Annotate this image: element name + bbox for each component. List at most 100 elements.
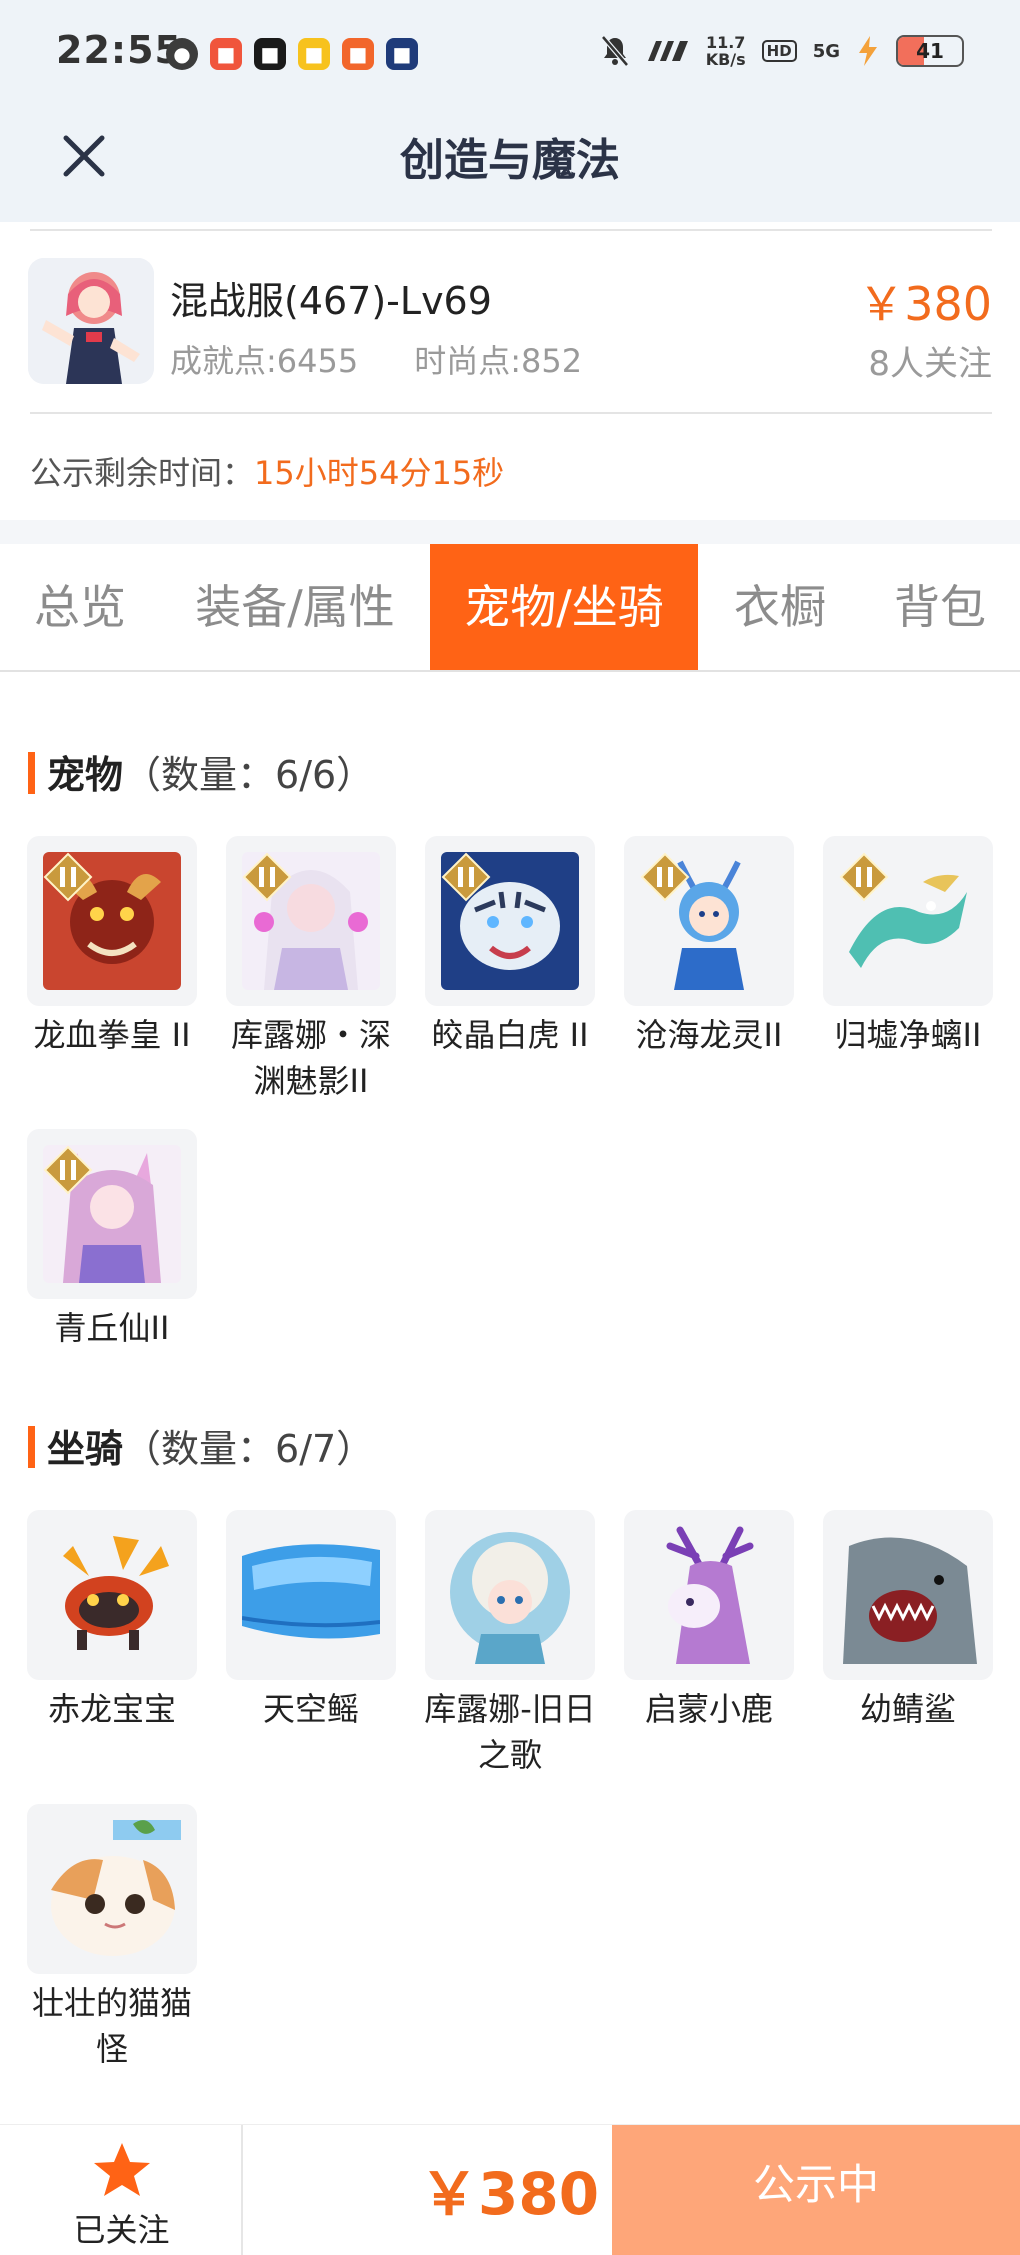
mount-name: 壮壮的猫猫怪 bbox=[31, 1984, 192, 2068]
network-speed-value: 11.7 bbox=[705, 33, 746, 52]
battery-level: 41 bbox=[916, 39, 944, 63]
mount-name: 幼鲭鲨 bbox=[859, 1690, 956, 1728]
divider bbox=[30, 229, 992, 231]
header: 创造与魔法 bbox=[0, 110, 1020, 222]
app-notification-icon: ■ bbox=[210, 38, 242, 70]
top-area: 22:55 ● ■ ■ ■ ■ ■ 11.7 KB/s HD 5G 41 创造与… bbox=[0, 0, 1020, 222]
network-speed: 11.7 KB/s bbox=[706, 34, 746, 68]
pet-item[interactable]: 沧海龙灵II bbox=[624, 836, 796, 1058]
pet-thumbnail bbox=[226, 836, 396, 1006]
mount-name: 库露娜-旧日之歌 bbox=[424, 1690, 596, 1774]
star-icon bbox=[94, 2143, 150, 2196]
mounts-section-title: 坐骑（数量：6/7） bbox=[28, 1418, 374, 1473]
app-notification-icon: ■ bbox=[298, 38, 330, 70]
section-marker bbox=[28, 752, 35, 794]
character-stats: 成就点:6455 时尚点:852 bbox=[170, 336, 582, 382]
bottom-price: ￥380 bbox=[420, 2160, 600, 2228]
mount-item[interactable]: 赤龙宝宝 bbox=[27, 1510, 199, 1732]
sky-ray-icon bbox=[242, 1526, 380, 1664]
mount-thumbnail bbox=[226, 1510, 396, 1680]
pet-name: 龙血拳皇 II bbox=[33, 1016, 191, 1054]
remaining-time: 公示剩余时间：15小时54分15秒 bbox=[30, 448, 504, 494]
baby-shark-icon bbox=[839, 1526, 977, 1664]
remaining-time-value: 15小时54分15秒 bbox=[254, 454, 505, 492]
bottom-bar: 已关注 ￥380 公示中 bbox=[0, 2124, 1020, 2255]
page-title: 创造与魔法 bbox=[400, 135, 620, 186]
pet-item[interactable]: 库露娜・深渊魅影II bbox=[226, 836, 398, 1104]
remaining-time-label: 公示剩余时间： bbox=[30, 454, 255, 492]
mount-name: 天空鳐 bbox=[262, 1690, 359, 1728]
mount-item[interactable]: 天空鳐 bbox=[226, 1510, 398, 1732]
pet-name: 皎晶白虎 II bbox=[431, 1016, 589, 1054]
pet-thumbnail bbox=[27, 1129, 197, 1299]
battery-icon: 41 bbox=[896, 35, 964, 67]
mount-name: 赤龙宝宝 bbox=[47, 1690, 176, 1728]
app-notification-icon: ■ bbox=[342, 38, 374, 70]
divider bbox=[30, 412, 992, 414]
tab-equipment[interactable]: 装备/属性 bbox=[180, 544, 410, 670]
mount-thumbnail bbox=[823, 1510, 993, 1680]
pets-count: （数量：6/6） bbox=[123, 753, 375, 797]
tab-bag[interactable]: 背包 bbox=[870, 544, 1010, 670]
tier-two-badge-icon bbox=[242, 852, 292, 902]
mount-item[interactable]: 库露娜-旧日之歌 bbox=[424, 1510, 597, 1778]
cat-monster-icon bbox=[43, 1820, 181, 1958]
status-bar: 22:55 ● ■ ■ ■ ■ ■ 11.7 KB/s HD 5G 41 bbox=[0, 0, 1020, 110]
status-time: 22:55 bbox=[56, 28, 182, 72]
tier-two-badge-icon bbox=[441, 852, 491, 902]
follow-button[interactable]: 已关注 bbox=[0, 2125, 243, 2255]
server-level: 混战服(467)-Lv69 bbox=[170, 279, 492, 323]
system-icons: 11.7 KB/s HD 5G 41 bbox=[600, 34, 964, 68]
charging-icon bbox=[859, 36, 877, 66]
wechat-icon: ● bbox=[166, 38, 198, 70]
section-gap bbox=[0, 520, 1020, 544]
publicity-status-button[interactable]: 公示中 bbox=[612, 2125, 1020, 2255]
tab-pets-mounts[interactable]: 宠物/坐骑 bbox=[430, 544, 698, 670]
follow-label: 已关注 bbox=[73, 2211, 170, 2249]
tier-two-badge-icon bbox=[839, 852, 889, 902]
pet-item[interactable]: 龙血拳皇 II bbox=[27, 836, 199, 1058]
pet-thumbnail bbox=[425, 836, 595, 1006]
pet-item[interactable]: 归墟净螭II bbox=[823, 836, 995, 1058]
pet-thumbnail bbox=[27, 836, 197, 1006]
little-deer-icon bbox=[640, 1526, 778, 1664]
tab-overview[interactable]: 总览 bbox=[0, 544, 160, 670]
mount-thumbnail bbox=[27, 1510, 197, 1680]
pets-title: 宠物 bbox=[47, 753, 124, 797]
app-notification-icon: ■ bbox=[254, 38, 286, 70]
network-type: 5G bbox=[812, 40, 840, 62]
mount-thumbnail bbox=[425, 1510, 595, 1680]
mount-thumbnail bbox=[27, 1804, 197, 1974]
follower-count: 8人关注 bbox=[868, 344, 992, 384]
notification-icons: ● ■ ■ ■ ■ ■ bbox=[166, 38, 418, 70]
pet-item[interactable]: 皎晶白虎 II bbox=[425, 836, 597, 1058]
section-marker bbox=[28, 1426, 35, 1468]
network-speed-unit: KB/s bbox=[705, 50, 746, 69]
tier-two-badge-icon bbox=[43, 852, 93, 902]
mounts-count: （数量：6/7） bbox=[123, 1427, 375, 1471]
tab-wardrobe[interactable]: 衣橱 bbox=[710, 544, 850, 670]
mount-item[interactable]: 启蒙小鹿 bbox=[624, 1510, 796, 1732]
hd-badge: HD bbox=[761, 40, 797, 62]
tier-two-badge-icon bbox=[640, 852, 690, 902]
mount-thumbnail bbox=[624, 1510, 794, 1680]
fashion-points: 时尚点:852 bbox=[414, 342, 583, 380]
mount-name: 启蒙小鹿 bbox=[644, 1690, 773, 1728]
mount-item[interactable]: 幼鲭鲨 bbox=[823, 1510, 995, 1732]
tier-two-badge-icon bbox=[43, 1145, 93, 1195]
pet-name: 青丘仙II bbox=[54, 1309, 170, 1347]
character-avatar[interactable] bbox=[28, 258, 154, 384]
fluffy-girl-icon bbox=[441, 1526, 579, 1664]
listing-price: ￥380 bbox=[858, 277, 992, 331]
pet-name: 归墟净螭II bbox=[834, 1016, 982, 1054]
tab-bar: 总览 装备/属性 宠物/坐骑 衣橱 背包 bbox=[0, 544, 1020, 672]
achievement-points: 成就点:6455 bbox=[170, 342, 359, 380]
pet-name: 沧海龙灵II bbox=[635, 1016, 783, 1054]
pet-thumbnail bbox=[624, 836, 794, 1006]
character-avatar-image bbox=[28, 258, 154, 384]
mounts-title: 坐骑 bbox=[47, 1427, 124, 1471]
pet-name: 库露娜・深渊魅影II bbox=[230, 1016, 391, 1100]
mute-bell-icon bbox=[600, 35, 629, 67]
mount-item[interactable]: 壮壮的猫猫怪 bbox=[27, 1804, 199, 2072]
pet-item[interactable]: 青丘仙II bbox=[27, 1129, 199, 1351]
